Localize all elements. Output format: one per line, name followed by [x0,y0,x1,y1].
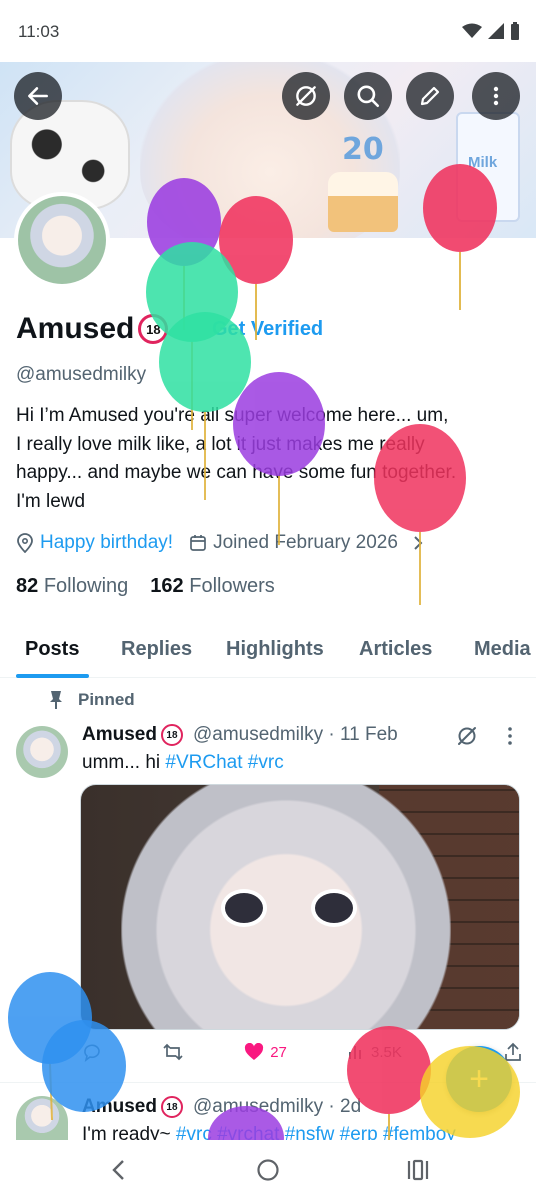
system-navigation-bar [0,1140,536,1200]
heart-icon [245,1043,264,1060]
pin-icon [50,691,62,709]
profile-avatar[interactable] [14,192,110,288]
active-tab-indicator [16,674,89,678]
profile-meta-row: Happy birthday! Joined February 2026 [16,532,424,554]
location-pin-icon [17,533,33,553]
profile-bio: Hi I’m Amused you're all super welcome h… [16,405,457,512]
media-character [121,785,451,1029]
pencil-icon [420,86,440,106]
profile-name: Amused [16,312,135,345]
hashtag-link[interactable]: #femboy [383,1124,456,1140]
views-count: 3.5K [371,1043,402,1061]
banner-number-20: 20 [342,132,384,167]
post-author-handle[interactable]: @amusedmilky · 2d [193,1096,361,1118]
following-count: 82 [16,575,39,597]
search-icon [357,85,380,108]
pinned-indicator: Pinned [48,690,135,710]
arrow-left-icon [28,87,48,105]
banner-milk-carton: Milk [456,112,520,222]
media-eye-left [221,889,267,927]
hashtag-link[interactable]: #vrc [248,752,284,773]
nav-home-icon[interactable] [256,1158,280,1182]
profile-handle: @amusedmilky [16,364,147,385]
age-18-badge: 18 [138,314,169,344]
nav-back-icon[interactable] [110,1159,128,1181]
like-button[interactable]: 27 [244,1043,287,1061]
tab-posts[interactable]: Posts [25,638,79,661]
age-18-badge: 18 [160,1096,183,1118]
post-author-handle[interactable]: @amusedmilky · 11 Feb [193,724,398,746]
nav-recents-icon[interactable] [406,1159,430,1181]
followers-link[interactable]: 162 Followers [150,575,275,598]
status-bar: 11:03 [0,0,536,62]
following-label: Following [43,575,129,597]
post-author-name[interactable]: Amused [82,1096,157,1118]
get-verified-link[interactable]: Get Verified [212,318,323,341]
search-button[interactable] [344,72,392,120]
age-18-badge: 18 [160,724,183,746]
back-button[interactable] [14,72,62,120]
views-button[interactable]: 3.5K [347,1043,402,1061]
profile-name-row: Amused 18 [16,312,169,346]
edit-button[interactable] [406,72,454,120]
battery-icon [511,22,519,40]
banner-milk-label: Milk [468,154,498,171]
followers-label: Followers [189,575,275,597]
post-author-avatar[interactable] [16,726,68,778]
post-text: umm... hi #VRChat #vrc [82,752,284,774]
pinned-label: Pinned [78,690,135,709]
repost-icon [163,1043,183,1061]
status-icons [462,22,520,40]
post-media-image[interactable] [80,784,520,1030]
hashtag-link[interactable]: #vrchat [217,1124,279,1140]
compose-post-button[interactable]: + [446,1046,512,1112]
signal-icon [488,23,504,39]
follow-stats: 82 Following 162 Followers [16,575,275,598]
post-author-name[interactable]: Amused [82,724,157,746]
grok-icon [296,86,316,106]
post-text: I'm ready~ #vrc #vrchat #nsfw #erp #femb… [82,1124,522,1140]
reply-icon [84,1044,100,1062]
tab-replies[interactable]: Replies [121,638,192,661]
tab-media[interactable]: Media [474,638,531,661]
grok-button[interactable] [282,72,330,120]
plus-icon: + [469,1059,489,1098]
hashtag-link[interactable]: #VRChat [165,752,242,773]
tab-highlights[interactable]: Highlights [226,638,324,661]
post-more-icon[interactable] [500,724,520,748]
post-author-avatar[interactable] [16,1096,68,1140]
post-text-body: I'm ready~ [82,1124,176,1140]
avatar-image [18,196,106,284]
media-eye-right [311,889,357,927]
more-vertical-icon [493,86,499,106]
hashtag-link[interactable]: #nsfw [285,1124,335,1140]
tab-articles[interactable]: Articles [359,638,432,661]
share-icon [505,1042,521,1061]
like-count: 27 [270,1043,287,1061]
wifi-icon [462,23,482,38]
location-link[interactable]: Happy birthday! [40,532,173,554]
banner-cupcake-illustration: 20 [328,132,398,232]
grok-icon[interactable] [455,724,479,748]
views-icon [349,1046,362,1059]
hashtag-link[interactable]: #vrc [176,1124,212,1140]
hashtag-link[interactable]: #erp [340,1124,378,1140]
status-time: 11:03 [18,22,60,41]
calendar-icon [190,535,206,551]
more-options-button[interactable] [472,72,520,120]
profile-tabs: Posts Replies Highlights Articles Media [0,622,536,678]
reply-button[interactable] [82,1042,102,1062]
following-link[interactable]: 82 Following [16,575,128,598]
post-header: Amused 18 @amusedmilky · 11 Feb [82,724,398,746]
post-text-body: umm... hi [82,752,166,773]
followers-count: 162 [150,575,184,597]
post-header: Amused 18 @amusedmilky · 2d [82,1096,361,1118]
joined-date: Joined February 2026 [213,532,398,553]
repost-button[interactable] [162,1042,184,1062]
chevron-right-icon[interactable] [412,535,424,551]
